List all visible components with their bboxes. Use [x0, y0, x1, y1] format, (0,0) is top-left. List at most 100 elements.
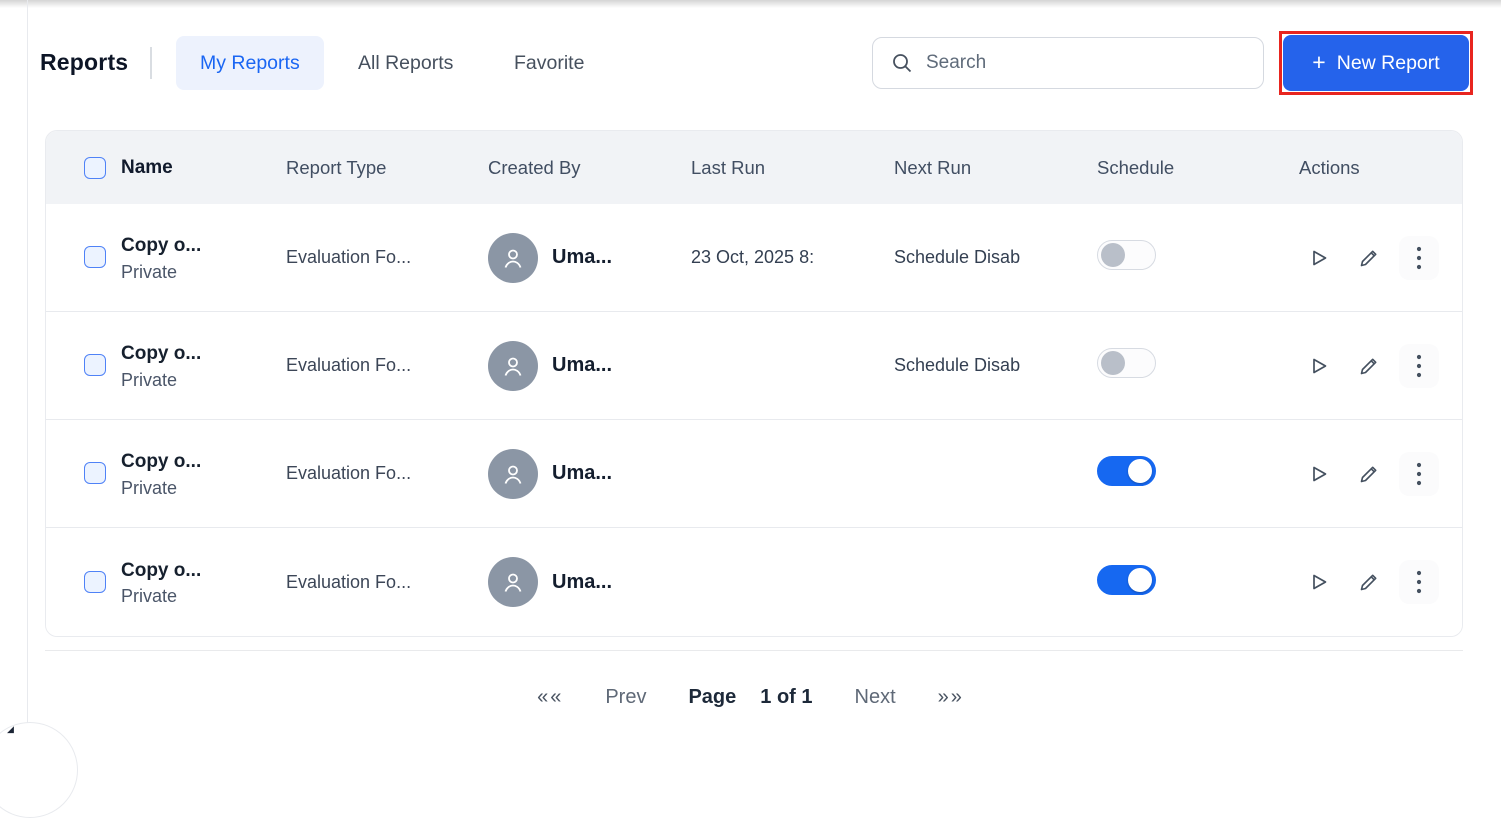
sidebar-collapse-icon: ◢ — [7, 724, 14, 735]
pencil-icon — [1358, 463, 1380, 485]
last-page-button[interactable]: »» — [938, 686, 964, 709]
report-type: Evaluation Fo... — [286, 355, 488, 376]
page-indicator: Page 1 of 1 — [688, 686, 812, 709]
user-avatar — [488, 233, 538, 283]
pencil-icon — [1358, 571, 1380, 593]
more-actions-button[interactable] — [1399, 560, 1439, 604]
next-run: Schedule Disab — [894, 355, 1097, 376]
schedule-toggle[interactable] — [1097, 348, 1156, 378]
table-row: Copy o... Private Evaluation Fo... Uma..… — [46, 312, 1462, 420]
table-row: Copy o... Private Evaluation Fo... Uma..… — [46, 204, 1462, 312]
report-visibility: Private — [121, 585, 201, 608]
person-icon — [500, 569, 526, 595]
edit-report-button[interactable] — [1349, 560, 1389, 604]
pencil-icon — [1358, 355, 1380, 377]
table-header-row: Name Report Type Created By Last Run Nex… — [46, 131, 1462, 204]
row-checkbox[interactable] — [84, 354, 106, 376]
person-icon — [500, 245, 526, 271]
footer-divider — [45, 650, 1463, 651]
new-report-button[interactable]: + New Report — [1283, 35, 1469, 91]
play-icon — [1308, 247, 1330, 269]
next-run: Schedule Disab — [894, 247, 1097, 268]
run-report-button[interactable] — [1299, 236, 1339, 280]
report-name[interactable]: Copy o... — [121, 447, 201, 476]
reports-table: Name Report Type Created By Last Run Nex… — [45, 130, 1463, 637]
report-name[interactable]: Copy o... — [121, 231, 201, 260]
created-by: Uma... — [552, 354, 612, 377]
sidebar-edge-divider — [27, 0, 28, 736]
row-checkbox[interactable] — [84, 462, 106, 484]
toggle-knob — [1128, 568, 1152, 592]
more-actions-button[interactable] — [1399, 344, 1439, 388]
play-icon — [1308, 571, 1330, 593]
toggle-knob — [1101, 351, 1125, 375]
kebab-menu-icon — [1416, 570, 1422, 594]
report-name[interactable]: Copy o... — [121, 339, 201, 368]
toggle-knob — [1128, 459, 1152, 483]
schedule-toggle[interactable] — [1097, 565, 1156, 595]
search-icon — [891, 52, 913, 74]
column-header-report-type[interactable]: Report Type — [286, 157, 488, 179]
report-visibility: Private — [121, 261, 201, 284]
pagination: «« Prev Page 1 of 1 Next »» — [0, 686, 1501, 709]
edit-report-button[interactable] — [1349, 344, 1389, 388]
report-type: Evaluation Fo... — [286, 247, 488, 268]
play-icon — [1308, 463, 1330, 485]
search-box[interactable] — [872, 37, 1264, 89]
schedule-toggle[interactable] — [1097, 240, 1156, 270]
person-icon — [500, 461, 526, 487]
created-by: Uma... — [552, 246, 612, 269]
select-all-checkbox[interactable] — [84, 157, 106, 179]
table-row: Copy o... Private Evaluation Fo... Uma..… — [46, 528, 1462, 636]
table-row: Copy o... Private Evaluation Fo... Uma..… — [46, 420, 1462, 528]
user-avatar — [488, 341, 538, 391]
column-header-name[interactable]: Name — [121, 157, 173, 179]
run-report-button[interactable] — [1299, 560, 1339, 604]
first-page-button[interactable]: «« — [537, 686, 563, 709]
report-visibility: Private — [121, 369, 201, 392]
more-actions-button[interactable] — [1399, 236, 1439, 280]
page-value: 1 of 1 — [760, 686, 812, 709]
sidebar-collapse-button[interactable] — [0, 722, 78, 818]
run-report-button[interactable] — [1299, 344, 1339, 388]
row-checkbox[interactable] — [84, 246, 106, 268]
kebab-menu-icon — [1416, 354, 1422, 378]
column-header-schedule[interactable]: Schedule — [1097, 157, 1299, 179]
tab-all-reports[interactable]: All Reports — [334, 36, 477, 90]
edit-report-button[interactable] — [1349, 236, 1389, 280]
person-icon — [500, 353, 526, 379]
kebab-menu-icon — [1416, 462, 1422, 486]
report-visibility: Private — [121, 477, 201, 500]
new-report-label: New Report — [1337, 52, 1440, 75]
page-label: Page — [688, 686, 736, 709]
report-name[interactable]: Copy o... — [121, 556, 201, 585]
tab-my-reports[interactable]: My Reports — [176, 36, 324, 90]
more-actions-button[interactable] — [1399, 452, 1439, 496]
report-type: Evaluation Fo... — [286, 572, 488, 593]
schedule-toggle[interactable] — [1097, 456, 1156, 486]
report-type: Evaluation Fo... — [286, 463, 488, 484]
title-divider — [150, 47, 152, 79]
kebab-menu-icon — [1416, 246, 1422, 270]
plus-icon: + — [1312, 49, 1325, 76]
column-header-next-run[interactable]: Next Run — [894, 157, 1097, 179]
last-run: 23 Oct, 2025 8: — [691, 247, 894, 268]
user-avatar — [488, 449, 538, 499]
run-report-button[interactable] — [1299, 452, 1339, 496]
user-avatar — [488, 557, 538, 607]
play-icon — [1308, 355, 1330, 377]
column-header-actions: Actions — [1299, 157, 1463, 179]
top-scroll-shadow — [0, 0, 1501, 8]
edit-report-button[interactable] — [1349, 452, 1389, 496]
tab-favorite[interactable]: Favorite — [490, 36, 608, 90]
page-title: Reports — [40, 49, 128, 76]
created-by: Uma... — [552, 462, 612, 485]
column-header-created-by[interactable]: Created By — [488, 157, 691, 179]
search-input[interactable] — [926, 52, 1226, 74]
prev-page-button[interactable]: Prev — [605, 686, 646, 709]
pencil-icon — [1358, 247, 1380, 269]
row-checkbox[interactable] — [84, 571, 106, 593]
toggle-knob — [1101, 243, 1125, 267]
next-page-button[interactable]: Next — [855, 686, 896, 709]
column-header-last-run[interactable]: Last Run — [691, 157, 894, 179]
